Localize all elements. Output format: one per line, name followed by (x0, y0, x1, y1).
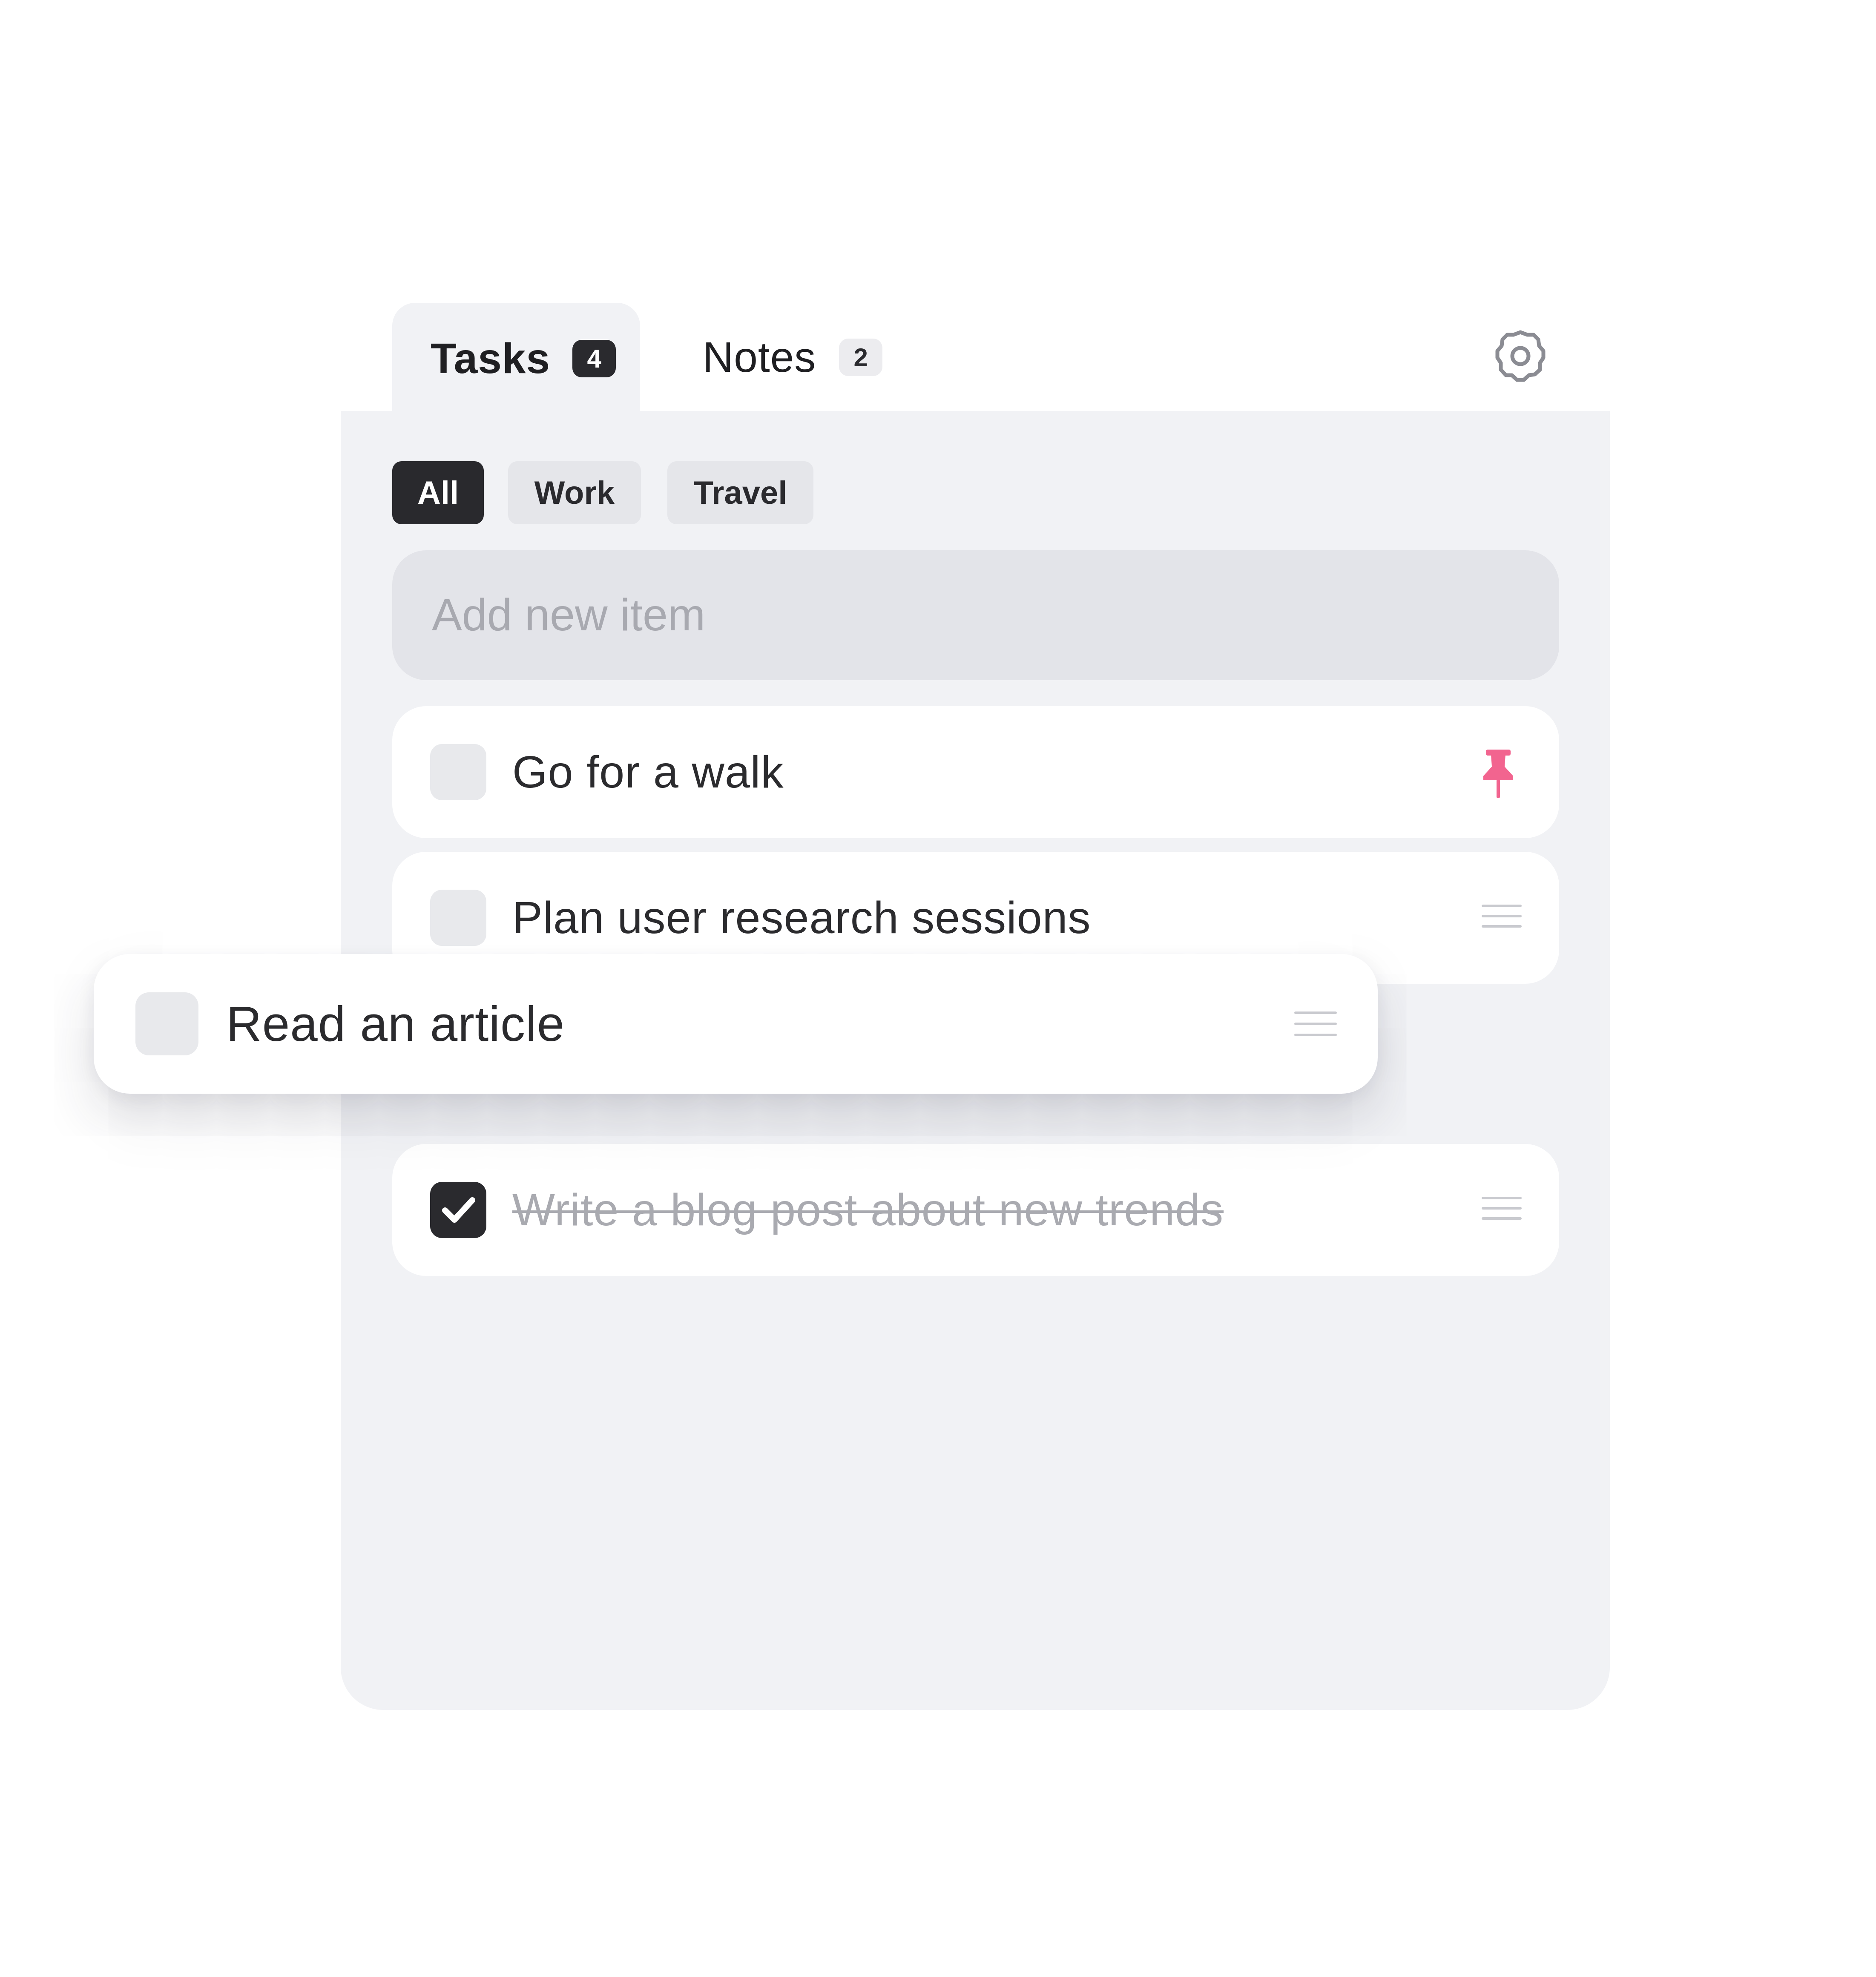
settings-button[interactable] (1491, 327, 1550, 387)
task-item[interactable]: Write a blog post about new trends (392, 1144, 1559, 1276)
drag-handle[interactable] (1294, 1008, 1337, 1040)
drag-handle-icon (1482, 1197, 1522, 1220)
task-item[interactable]: Go for a walk (392, 706, 1559, 838)
drag-handle-icon (1482, 905, 1522, 928)
tab-tasks[interactable]: Tasks 4 (392, 303, 640, 414)
filter-chip-work[interactable]: Work (508, 461, 641, 524)
drag-handle-icon (1294, 1011, 1337, 1036)
tab-tasks-label: Tasks (431, 334, 551, 382)
drag-handle[interactable] (1482, 1193, 1522, 1223)
task-text: Write a blog post about new trends (512, 1185, 1224, 1235)
task-text: Read an article (226, 996, 565, 1052)
task-text: Go for a walk (512, 747, 784, 797)
task-checkbox[interactable] (430, 744, 486, 800)
pin-button[interactable] (1479, 748, 1517, 799)
tab-notes-label: Notes (703, 333, 816, 381)
filter-chip-travel[interactable]: Travel (667, 461, 813, 524)
add-item-input[interactable] (392, 550, 1559, 680)
filter-chip-all[interactable]: All (392, 461, 484, 524)
tab-tasks-count-badge: 4 (572, 340, 616, 377)
drag-handle[interactable] (1482, 901, 1522, 931)
task-item-dragging[interactable]: Read an article (94, 954, 1378, 1094)
tab-notes-count-badge: 2 (839, 339, 883, 376)
gear-icon (1495, 330, 1546, 382)
check-icon (442, 1197, 475, 1223)
pin-icon (1483, 750, 1513, 798)
tab-notes[interactable]: Notes 2 (703, 303, 924, 412)
app-stage: Tasks 4 Notes 2 All Work Travel Go for a… (0, 0, 1876, 1977)
task-checkbox[interactable] (430, 890, 486, 946)
task-checkbox[interactable] (135, 992, 198, 1055)
task-checkbox-checked[interactable] (430, 1182, 486, 1238)
